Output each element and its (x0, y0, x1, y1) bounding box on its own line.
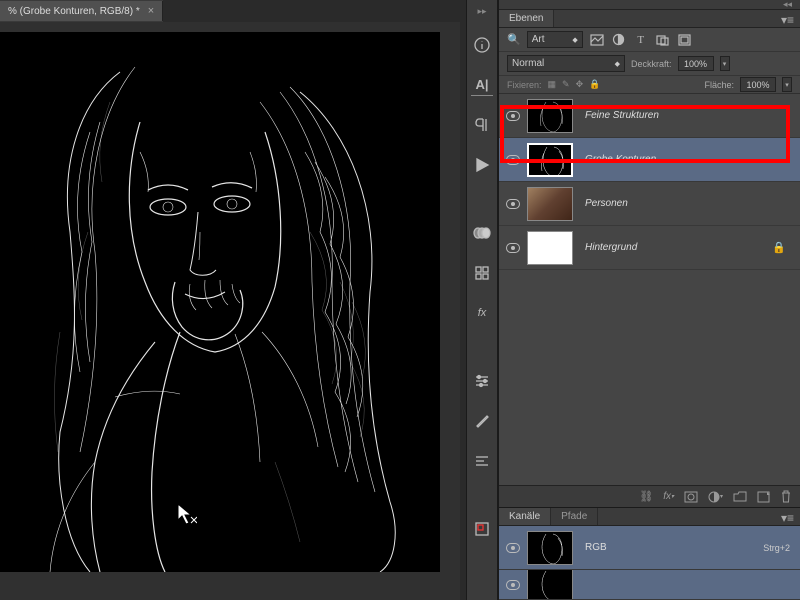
layer-thumbnail[interactable] (527, 99, 573, 133)
layer-fx-icon[interactable]: fx▾ (663, 491, 674, 502)
fill-value[interactable]: 100% (740, 77, 776, 92)
panel-menu-icon[interactable]: ▾≡ (775, 511, 800, 525)
play-panel-icon[interactable] (471, 154, 493, 176)
visibility-eye-icon[interactable] (506, 155, 520, 165)
adjustments-panel-icon[interactable] (471, 370, 493, 392)
adjustment-layer-icon[interactable]: ▾ (708, 491, 723, 503)
layer-thumbnail[interactable] (527, 231, 573, 265)
visibility-eye-icon[interactable] (506, 543, 520, 553)
layer-row[interactable]: Hintergrund 🔒 (499, 226, 800, 270)
styles-panel-icon[interactable] (471, 262, 493, 284)
canvas-image (0, 32, 440, 572)
channel-thumbnail[interactable] (527, 531, 573, 565)
canvas-area[interactable] (0, 22, 460, 600)
channel-row[interactable] (499, 570, 800, 600)
lock-pixels-icon[interactable]: ✎ (562, 79, 570, 90)
lock-label: Fixieren: (507, 80, 542, 90)
layer-name[interactable]: Feine Strukturen (585, 110, 659, 121)
blend-mode-select[interactable]: Normal◆ (507, 55, 625, 72)
opacity-label: Deckkraft: (631, 59, 672, 69)
layer-thumbnail[interactable] (527, 143, 573, 177)
layer-row[interactable]: Feine Strukturen (499, 94, 800, 138)
align-panel-icon[interactable] (471, 450, 493, 472)
tab-paths[interactable]: Pfade (551, 508, 598, 525)
character-panel-icon[interactable]: A| (471, 74, 493, 96)
channel-row[interactable]: RGB Strg+2 (499, 526, 800, 570)
collapse-panel-icon[interactable]: ◂◂ (499, 0, 800, 10)
fill-dropdown-icon[interactable]: ▾ (782, 77, 792, 92)
expand-strip-icon[interactable]: ▸▸ (467, 6, 497, 16)
fill-label: Fläche: (704, 80, 734, 90)
opacity-dropdown-icon[interactable]: ▾ (720, 56, 730, 71)
filter-pixel-icon[interactable] (589, 33, 605, 47)
lock-icon: 🔒 (772, 241, 786, 254)
opacity-value[interactable]: 100% (678, 56, 714, 71)
visibility-eye-icon[interactable] (506, 580, 520, 590)
layers-list: Feine Strukturen Grobe Konturen Personen… (499, 94, 800, 270)
tab-layers[interactable]: Ebenen (499, 10, 554, 27)
close-icon[interactable]: × (148, 5, 154, 17)
brush-panel-icon[interactable] (471, 410, 493, 432)
fx-panel-icon[interactable]: fx (471, 302, 493, 324)
collapsed-panel-strip: ▸▸ A| fx (466, 0, 498, 600)
visibility-eye-icon[interactable] (506, 199, 520, 209)
filter-type-icon[interactable]: T (633, 33, 649, 47)
layer-thumbnail[interactable] (527, 187, 573, 221)
document-canvas[interactable] (0, 32, 440, 572)
blend-row: Normal◆ Deckkraft: 100% ▾ (499, 52, 800, 76)
new-layer-icon[interactable] (757, 491, 770, 503)
layer-filter-row: 🔍 Art◆ T (499, 28, 800, 52)
layers-footer: ⛓ fx▾ ▾ (499, 485, 800, 507)
link-layers-icon[interactable]: ⛓ (639, 490, 653, 503)
filter-adjustment-icon[interactable] (611, 33, 627, 47)
layer-mask-icon[interactable] (684, 491, 698, 503)
channel-thumbnail[interactable] (527, 570, 573, 600)
document-tab-title: % (Grobe Konturen, RGB/8) * (8, 6, 140, 17)
layer-name[interactable]: Hintergrund (585, 242, 637, 253)
swatches-panel-icon[interactable] (471, 222, 493, 244)
lock-transparency-icon[interactable]: ▦ (548, 79, 557, 90)
filter-type-select[interactable]: Art◆ (527, 31, 583, 48)
channel-shortcut: Strg+2 (763, 543, 790, 553)
navigator-panel-icon[interactable] (471, 518, 493, 540)
paragraph-panel-icon[interactable] (471, 114, 493, 136)
trash-icon[interactable] (780, 490, 792, 503)
search-icon: 🔍 (507, 33, 521, 46)
info-panel-icon[interactable] (471, 34, 493, 56)
layer-row[interactable]: Grobe Konturen (499, 138, 800, 182)
lock-row: Fixieren: ▦ ✎ ✥ 🔒 Fläche: 100% ▾ (499, 76, 800, 94)
layer-name[interactable]: Personen (585, 198, 628, 209)
visibility-eye-icon[interactable] (506, 243, 520, 253)
lock-all-icon[interactable]: 🔒 (589, 79, 600, 90)
filter-shape-icon[interactable] (655, 33, 671, 47)
tab-channels[interactable]: Kanäle (499, 508, 551, 525)
channel-name[interactable]: RGB (585, 542, 607, 553)
document-tab[interactable]: % (Grobe Konturen, RGB/8) * × (0, 1, 163, 21)
layer-name[interactable]: Grobe Konturen (585, 154, 656, 165)
group-icon[interactable] (733, 491, 747, 502)
layer-row[interactable]: Personen (499, 182, 800, 226)
visibility-eye-icon[interactable] (506, 111, 520, 121)
lock-position-icon[interactable]: ✥ (576, 79, 584, 90)
filter-smart-icon[interactable] (677, 33, 693, 47)
panel-menu-icon[interactable]: ▾≡ (775, 13, 800, 27)
